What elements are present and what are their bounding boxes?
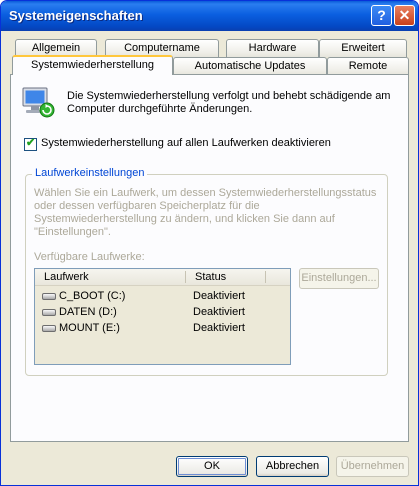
window-title: Systemeigenschaften	[9, 8, 143, 23]
list-item[interactable]: C_BOOT (C:) Deaktiviert	[35, 289, 290, 305]
column-header-drive[interactable]: Laufwerk	[35, 269, 185, 285]
hard-drive-icon	[42, 293, 56, 300]
settings-button[interactable]: Einstellungen...	[299, 268, 379, 289]
ok-button[interactable]: OK	[176, 456, 248, 477]
drive-name: C_BOOT (C:)	[59, 290, 126, 302]
list-item[interactable]: DATEN (D:) Deaktiviert	[35, 305, 290, 321]
list-header: Laufwerk Status	[35, 269, 290, 286]
help-button[interactable]: ?	[371, 5, 392, 26]
check-mark-icon: ✔	[26, 137, 36, 149]
intro-text: Die Systemwiederherstellung verfolgt und…	[67, 90, 391, 115]
drives-list[interactable]: Laufwerk Status C_BOOT (C:) Deaktiviert …	[34, 268, 291, 365]
tab-hardware[interactable]: Hardware	[226, 39, 319, 57]
apply-button[interactable]: Übernehmen	[336, 456, 409, 477]
drive-status: Deaktiviert	[193, 322, 245, 334]
cancel-button[interactable]: Abbrechen	[256, 456, 329, 477]
disable-all-label[interactable]: Systemwiederherstellung auf allen Laufwe…	[41, 137, 331, 149]
hard-drive-icon	[42, 309, 56, 316]
tab-systemwiederherstellung[interactable]: Systemwiederherstellung	[12, 55, 173, 75]
drive-status: Deaktiviert	[193, 306, 245, 318]
tab-automatische-updates[interactable]: Automatische Updates	[173, 57, 327, 75]
close-button[interactable]: ✕	[394, 5, 415, 26]
system-properties-window: Systemeigenschaften ? ✕ Allgemein Comput…	[0, 0, 419, 486]
drive-settings-legend: Laufwerkeinstellungen	[32, 167, 148, 179]
drive-status: Deaktiviert	[193, 290, 245, 302]
column-header-status[interactable]: Status	[186, 269, 265, 285]
title-bar[interactable]: Systemeigenschaften ? ✕	[1, 1, 418, 31]
list-item[interactable]: MOUNT (E:) Deaktiviert	[35, 321, 290, 337]
column-separator[interactable]	[265, 271, 266, 283]
disable-all-checkbox[interactable]: ✔	[24, 137, 37, 151]
tab-remote[interactable]: Remote	[327, 57, 409, 75]
hard-drive-icon	[42, 325, 56, 332]
drive-name: MOUNT (E:)	[59, 322, 120, 334]
drive-settings-description: Wählen Sie ein Laufwerk, um dessen Syste…	[34, 187, 377, 238]
tab-erweitert[interactable]: Erweitert	[319, 39, 407, 57]
available-drives-label: Verfügbare Laufwerke:	[34, 251, 145, 263]
system-restore-icon	[20, 85, 56, 121]
drive-name: DATEN (D:)	[59, 306, 117, 318]
